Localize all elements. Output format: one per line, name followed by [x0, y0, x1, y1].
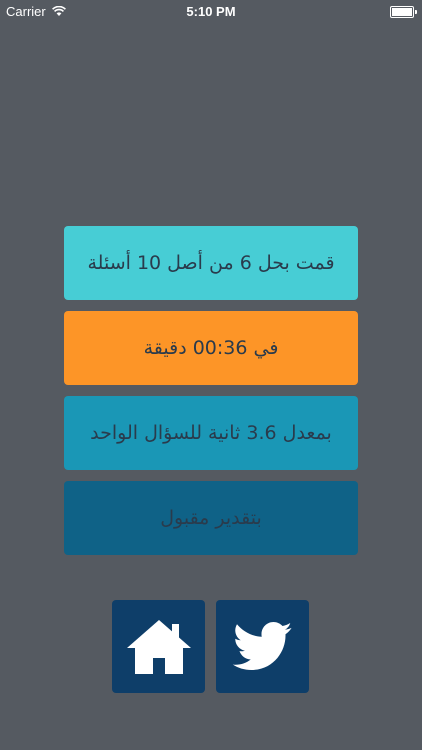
- result-card-grade: بتقدير مقبول: [64, 481, 358, 555]
- result-score-text: قمت بحل 6 من أصل 10 أسئلة: [87, 252, 335, 274]
- clock: 5:10 PM: [186, 4, 236, 19]
- result-time-text: في 00:36 دقيقة: [143, 337, 279, 359]
- twitter-bird-icon: [232, 621, 292, 670]
- result-card-time: في 00:36 دقيقة: [64, 311, 358, 385]
- result-card-rate: بمعدل 3.6 ثانية للسؤال الواحد: [64, 396, 358, 470]
- result-rate-text: بمعدل 3.6 ثانية للسؤال الواحد: [90, 422, 332, 444]
- result-grade-text: بتقدير مقبول: [160, 507, 262, 529]
- home-button[interactable]: [112, 600, 205, 693]
- home-icon: [126, 619, 191, 674]
- result-card-score: قمت بحل 6 من أصل 10 أسئلة: [64, 226, 358, 300]
- battery-icon: [390, 6, 417, 18]
- status-bar: Carrier 5:10 PM: [0, 0, 422, 22]
- twitter-share-button[interactable]: [216, 600, 309, 693]
